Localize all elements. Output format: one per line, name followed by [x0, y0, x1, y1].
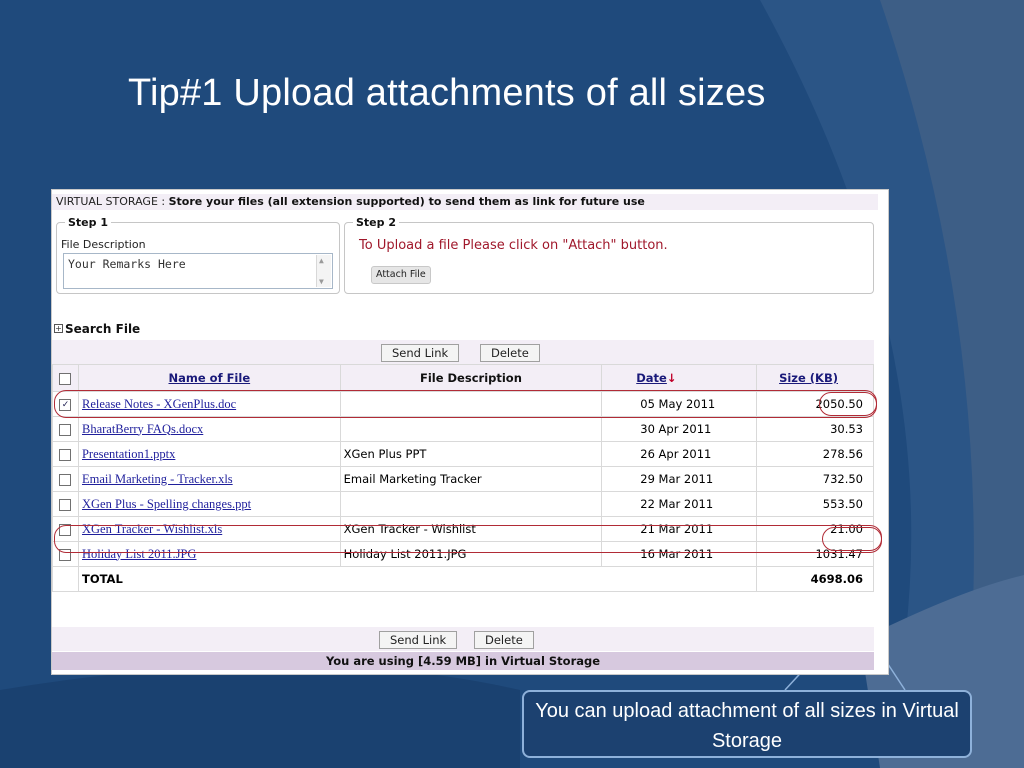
upload-instruction: To Upload a file Please click on "Attach…	[359, 238, 668, 253]
total-size: 4698.06	[756, 566, 874, 592]
table-row: Email Marketing - Tracker.xls Email Mark…	[52, 466, 874, 492]
file-description: XGen Plus PPT	[339, 441, 603, 467]
virtual-storage-panel: VIRTUAL STORAGE : Store your files (all …	[52, 190, 888, 674]
row-checkbox[interactable]	[59, 423, 72, 436]
textarea-scrollbar[interactable]: ▲ ▼	[316, 255, 331, 287]
table-row: BharatBerry FAQs.docx 30 Apr 2011 30.53	[52, 416, 874, 442]
send-link-button-bottom[interactable]: Send Link	[379, 631, 458, 649]
file-description	[339, 416, 603, 442]
total-row: TOTAL 4698.06	[52, 566, 874, 592]
callout-box: You can upload attachment of all sizes i…	[522, 690, 972, 758]
file-size: 732.50	[756, 466, 874, 492]
select-all-checkbox[interactable]	[59, 372, 72, 385]
total-label: TOTAL	[77, 566, 758, 592]
header-description: File Description	[339, 364, 603, 392]
step-2-box: Step 2 To Upload a file Please click on …	[344, 216, 874, 294]
file-link[interactable]: Email Marketing - Tracker.xls	[82, 472, 233, 486]
file-date: 22 Mar 2011	[601, 491, 758, 517]
row-checkbox[interactable]	[59, 498, 72, 511]
remarks-text: Your Remarks Here	[68, 257, 186, 271]
header-description: Store your files (all extension supporte…	[168, 195, 645, 208]
table-row: Presentation1.pptx XGen Plus PPT 26 Apr …	[52, 441, 874, 467]
remarks-textarea[interactable]: Your Remarks Here ▲ ▼	[63, 253, 333, 289]
step-2-legend: Step 2	[356, 216, 396, 229]
header-prefix: VIRTUAL STORAGE :	[56, 195, 169, 208]
sort-down-arrow-icon: ↓	[666, 371, 677, 385]
row-checkbox[interactable]	[59, 448, 72, 461]
scroll-up-icon[interactable]: ▲	[319, 256, 324, 265]
top-button-bar: Send Link Delete	[52, 340, 874, 364]
header-date[interactable]: Date↓	[601, 364, 758, 392]
file-date: 29 Mar 2011	[601, 466, 758, 492]
file-size: 553.50	[756, 491, 874, 517]
attach-file-button[interactable]: Attach File	[371, 266, 431, 284]
step-1-legend: Step 1	[68, 216, 108, 229]
table-header-row: Name of File File Description Date↓ Size…	[52, 364, 874, 392]
file-link[interactable]: BharatBerry FAQs.docx	[82, 422, 203, 436]
header-name[interactable]: Name of File	[77, 364, 341, 392]
highlight-size-2050	[819, 392, 877, 416]
slide-title: Tip#1 Upload attachments of all sizes	[128, 72, 766, 114]
delete-button[interactable]: Delete	[480, 344, 540, 362]
bottom-button-bar: Send Link Delete	[52, 627, 874, 651]
virtual-storage-header: VIRTUAL STORAGE : Store your files (all …	[52, 194, 878, 210]
delete-button-bottom[interactable]: Delete	[474, 631, 534, 649]
send-link-button[interactable]: Send Link	[381, 344, 460, 362]
file-link[interactable]: Presentation1.pptx	[82, 447, 175, 461]
file-description-label: File Description	[61, 238, 146, 251]
step-1-box: Step 1 File Description Your Remarks Her…	[56, 216, 340, 294]
header-size[interactable]: Size (KB)	[756, 364, 874, 392]
file-size: 278.56	[756, 441, 874, 467]
scroll-down-icon[interactable]: ▼	[319, 277, 324, 286]
file-date: 26 Apr 2011	[601, 441, 758, 467]
storage-usage-bar: You are using [4.59 MB] in Virtual Stora…	[52, 652, 874, 670]
table-row: XGen Plus - Spelling changes.ppt 22 Mar …	[52, 491, 874, 517]
file-link[interactable]: XGen Plus - Spelling changes.ppt	[82, 497, 251, 511]
callout-text: You can upload attachment of all sizes i…	[535, 700, 959, 752]
file-size: 30.53	[756, 416, 874, 442]
select-all-cell	[52, 364, 79, 392]
highlight-row-release-notes	[54, 390, 877, 418]
highlight-row-wishlist	[54, 525, 882, 553]
row-checkbox[interactable]	[59, 473, 72, 486]
highlight-size-21	[822, 527, 882, 551]
file-description: Email Marketing Tracker	[339, 466, 603, 492]
file-description	[339, 491, 603, 517]
file-date: 30 Apr 2011	[601, 416, 758, 442]
expand-icon[interactable]: +	[54, 324, 63, 333]
search-file-toggle[interactable]: Search File	[65, 322, 140, 336]
